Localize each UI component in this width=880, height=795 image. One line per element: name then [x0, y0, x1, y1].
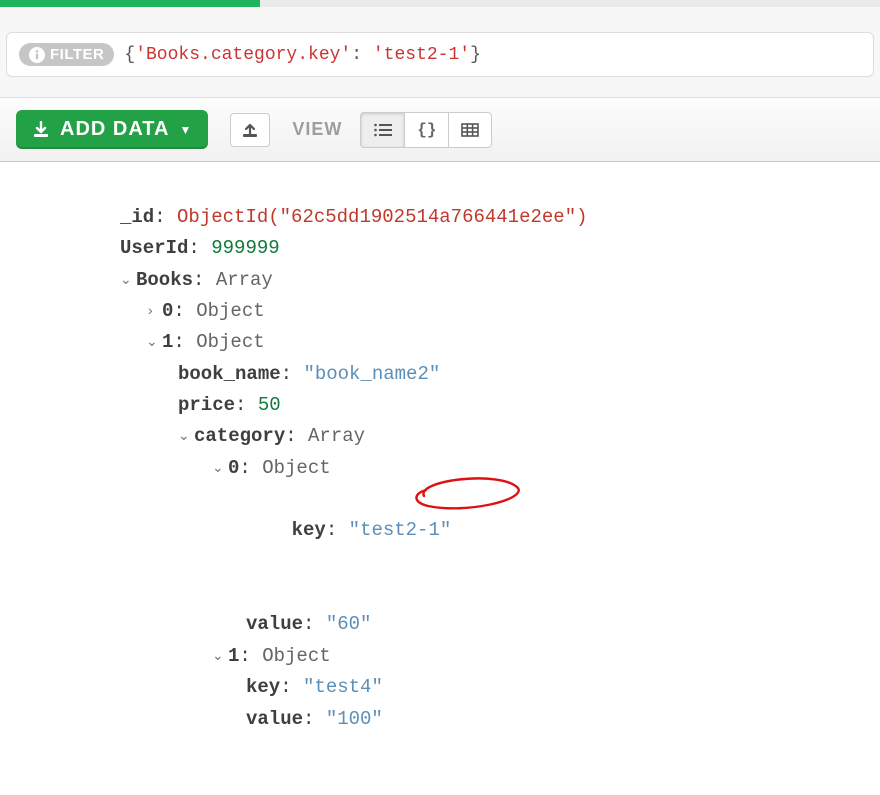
info-icon: [29, 47, 45, 63]
chevron-down-icon[interactable]: ⌄: [120, 270, 136, 293]
doc-field[interactable]: price: 50: [120, 390, 850, 421]
doc-field-userid[interactable]: UserId: 999999: [120, 233, 850, 264]
chevron-down-icon[interactable]: ⌄: [212, 646, 228, 669]
view-table-button[interactable]: [448, 112, 492, 148]
caret-down-icon: ▼: [179, 123, 192, 137]
doc-field-id[interactable]: _id: ObjectId("62c5dd1902514a766441e2ee"…: [120, 202, 850, 233]
doc-field[interactable]: key: "test2-1": [120, 484, 850, 609]
doc-field[interactable]: book_name: "book_name2": [120, 359, 850, 390]
upload-icon: [241, 121, 259, 139]
filter-label: FILTER: [50, 46, 104, 63]
view-label: VIEW: [292, 119, 342, 140]
doc-array-item[interactable]: ›0: Object: [120, 296, 850, 327]
doc-field[interactable]: value: "100": [120, 704, 850, 735]
filter-pill: FILTER: [19, 43, 114, 66]
list-icon: [374, 123, 392, 137]
filter-query[interactable]: {'Books.category.key': 'test2-1'}: [124, 45, 481, 65]
progress-strip: [0, 0, 880, 7]
doc-field[interactable]: value: "60": [120, 609, 850, 640]
chevron-down-icon[interactable]: ⌄: [146, 332, 162, 355]
view-json-button[interactable]: {}: [404, 112, 448, 148]
braces-icon: {}: [417, 121, 436, 139]
view-list-button[interactable]: [360, 112, 404, 148]
chevron-right-icon[interactable]: ›: [146, 301, 162, 324]
toolbar: ADD DATA ▼ VIEW {}: [0, 97, 880, 162]
doc-field[interactable]: key: "test4": [120, 672, 850, 703]
doc-array-item[interactable]: ⌄0: Object: [120, 453, 850, 484]
doc-array-item[interactable]: ⌄1: Object: [120, 327, 850, 358]
chevron-down-icon[interactable]: ⌄: [212, 458, 228, 481]
download-icon: [32, 121, 50, 139]
filter-bar[interactable]: FILTER {'Books.category.key': 'test2-1'}: [6, 32, 874, 77]
doc-array-item[interactable]: ⌄1: Object: [120, 641, 850, 672]
document-viewer: _id: ObjectId("62c5dd1902514a766441e2ee"…: [0, 162, 880, 795]
chevron-down-icon[interactable]: ⌄: [178, 426, 194, 449]
add-data-label: ADD DATA: [60, 118, 169, 141]
doc-field-books[interactable]: ⌄Books: Array: [120, 265, 850, 296]
doc-field-category[interactable]: ⌄category: Array: [120, 421, 850, 452]
view-mode-group: {}: [360, 112, 492, 148]
import-button[interactable]: [230, 113, 270, 147]
add-data-button[interactable]: ADD DATA ▼: [16, 110, 208, 149]
table-icon: [461, 123, 479, 137]
